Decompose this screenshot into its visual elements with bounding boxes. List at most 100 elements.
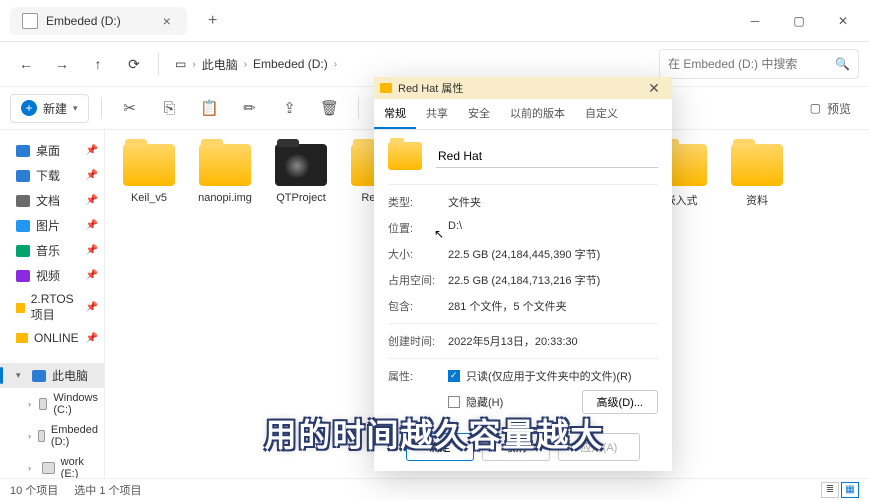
disk-icon: [42, 462, 54, 474]
tab-security[interactable]: 安全: [458, 99, 500, 129]
crumb-pc[interactable]: 此电脑: [202, 56, 238, 73]
pin-icon: 📌: [86, 170, 98, 181]
folder-item[interactable]: nanopi.img: [193, 144, 257, 208]
paste-icon[interactable]: 📋: [194, 92, 226, 124]
view-details-button[interactable]: ≣: [821, 482, 839, 498]
sidebar-item-online[interactable]: ONLINE📌: [0, 327, 104, 349]
preview-icon: ▢: [810, 101, 821, 115]
folder-item[interactable]: Keil_v5: [117, 144, 181, 208]
home-icon[interactable]: ▭: [175, 57, 186, 71]
pc-icon: [32, 370, 46, 382]
pin-icon: 📌: [86, 302, 98, 313]
ondisk-label: 占用空间:: [388, 272, 448, 288]
pictures-icon: [16, 220, 30, 232]
ok-button[interactable]: 确定: [406, 433, 474, 461]
separator: [158, 53, 159, 75]
music-icon: [16, 245, 30, 257]
dialog-title: Red Hat 属性: [398, 80, 463, 96]
sidebar-item-videos[interactable]: 视频📌: [0, 263, 104, 288]
breadcrumb[interactable]: ▭ › 此电脑 › Embeded (D:) ›: [167, 56, 643, 73]
tab-title: Embeded (D:): [46, 14, 121, 28]
sidebar-item-pictures[interactable]: 图片📌: [0, 213, 104, 238]
pin-icon: 📌: [86, 333, 98, 344]
close-icon[interactable]: ✕: [642, 80, 666, 97]
close-tab-icon[interactable]: ×: [159, 13, 175, 29]
forward-button[interactable]: →: [46, 48, 78, 80]
new-button[interactable]: + 新建 ▾: [10, 94, 89, 123]
document-icon: [16, 195, 30, 207]
chevron-right-icon: ›: [334, 59, 337, 70]
sidebar-item-rtos[interactable]: 2.RTOS项目📌: [0, 288, 104, 327]
advanced-button[interactable]: 高级(D)...: [582, 390, 658, 414]
pin-icon: 📌: [86, 195, 98, 206]
size-value: 22.5 GB (24,184,445,390 字节): [448, 246, 658, 262]
maximize-button[interactable]: ▢: [777, 6, 821, 36]
chevron-right-icon[interactable]: ›: [28, 431, 32, 441]
cut-icon[interactable]: ✂: [114, 92, 146, 124]
statusbar: 10 个项目 选中 1 个项目 ≣ ▦: [0, 478, 869, 500]
up-button[interactable]: ↑: [82, 48, 114, 80]
cancel-button[interactable]: 取消: [482, 433, 550, 461]
pin-icon: 📌: [86, 270, 98, 281]
sidebar-item-documents[interactable]: 文档📌: [0, 188, 104, 213]
dialog-titlebar[interactable]: Red Hat 属性 ✕: [374, 77, 672, 99]
disk-icon: [39, 398, 47, 410]
sidebar-item-downloads[interactable]: 下载📌: [0, 163, 104, 188]
selected-count: 选中 1 个项目: [74, 482, 141, 498]
sidebar-item-drive-c[interactable]: ›Windows (C:): [0, 388, 104, 420]
view-grid-button[interactable]: ▦: [841, 482, 859, 498]
new-tab-button[interactable]: +: [199, 7, 227, 35]
separator: [358, 97, 359, 119]
pin-icon: 📌: [86, 145, 98, 156]
item-count: 10 个项目: [10, 482, 58, 498]
folder-item[interactable]: 资料: [725, 144, 789, 208]
copy-icon[interactable]: ⎘: [154, 92, 186, 124]
apply-button[interactable]: 应用(A): [558, 433, 641, 461]
folder-icon: [731, 144, 783, 186]
sidebar-item-drive-d[interactable]: ›Embeded (D:): [0, 420, 104, 452]
properties-dialog: Red Hat 属性 ✕ 常规 共享 安全 以前的版本 自定义 类型:文件夹 位…: [374, 77, 672, 471]
attr-label: 属性:: [388, 368, 448, 414]
folder-name-input[interactable]: [436, 145, 658, 168]
search-icon[interactable]: 🔍: [835, 57, 850, 71]
share-icon[interactable]: ⇪: [274, 92, 306, 124]
tab-general[interactable]: 常规: [374, 99, 416, 129]
sidebar-item-thispc[interactable]: ▾此电脑: [0, 363, 104, 388]
crumb-drive[interactable]: Embeded (D:): [253, 57, 328, 71]
location-value: D:\: [448, 220, 658, 236]
chevron-right-icon: ›: [192, 59, 195, 70]
preview-button[interactable]: ▢ 预览: [802, 96, 859, 121]
sidebar-item-desktop[interactable]: 桌面📌: [0, 138, 104, 163]
sidebar-item-music[interactable]: 音乐📌: [0, 238, 104, 263]
refresh-button[interactable]: ⟳: [118, 48, 150, 80]
preview-label: 预览: [827, 100, 851, 117]
chevron-down-icon[interactable]: ▾: [16, 370, 26, 381]
minimize-button[interactable]: ─: [733, 6, 777, 36]
created-value: 2022年5月13日，20:33:30: [448, 333, 658, 349]
rename-icon[interactable]: ✏: [234, 92, 266, 124]
created-label: 创建时间:: [388, 333, 448, 349]
pin-icon: 📌: [86, 245, 98, 256]
search-input[interactable]: [668, 57, 829, 71]
folder-icon: [16, 303, 25, 313]
window-controls: ─ ▢ ✕: [733, 6, 865, 36]
search-box[interactable]: 🔍: [659, 49, 859, 79]
delete-icon[interactable]: 🗑: [314, 92, 346, 124]
tab-custom[interactable]: 自定义: [575, 99, 628, 129]
chevron-right-icon[interactable]: ›: [28, 463, 36, 473]
ondisk-value: 22.5 GB (24,184,713,216 字节): [448, 272, 658, 288]
close-button[interactable]: ✕: [821, 6, 865, 36]
contains-label: 包含:: [388, 298, 448, 314]
readonly-checkbox[interactable]: 只读(仅应用于文件夹中的文件)(R): [448, 368, 658, 384]
tab-sharing[interactable]: 共享: [416, 99, 458, 129]
folder-icon: [123, 144, 175, 186]
disk-icon: [38, 430, 45, 442]
window-tab[interactable]: Embeded (D:) ×: [10, 7, 187, 35]
folder-icon: [388, 142, 422, 170]
chevron-right-icon[interactable]: ›: [28, 399, 33, 409]
back-button[interactable]: ←: [10, 48, 42, 80]
folder-item[interactable]: QTProject: [269, 144, 333, 208]
tab-previous[interactable]: 以前的版本: [500, 99, 575, 129]
desktop-icon: [16, 145, 30, 157]
hidden-checkbox[interactable]: 隐藏(H): [448, 394, 503, 410]
